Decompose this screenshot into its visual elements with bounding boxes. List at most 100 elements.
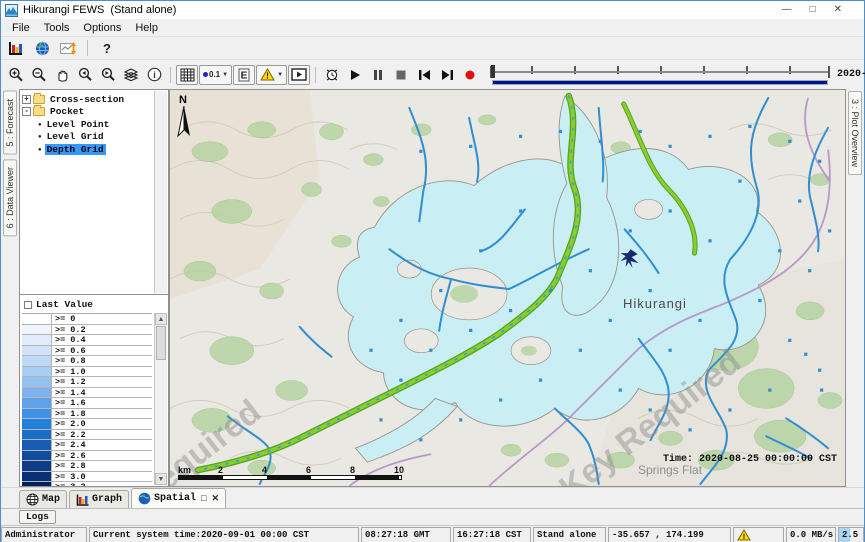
menu-help[interactable]: Help [128,21,165,35]
database-icon[interactable] [5,38,27,58]
tree-scrollbar[interactable] [154,91,167,293]
side-tab-left-0[interactable]: 5 : Forecast [3,91,17,155]
legend-swatch [22,377,52,387]
north-label: N [179,94,187,106]
status-text: 0.0 MB/s [790,530,833,540]
map-view[interactable]: API Key Required API Key Required N Hiku… [169,89,846,487]
logs-button[interactable]: Logs [19,510,56,524]
maximize-icon[interactable]: □ [810,3,816,17]
status-cell-5: -35.657 , 174.199 [608,527,731,542]
timeline-slider[interactable] [490,64,830,86]
timeline-track[interactable] [490,66,830,78]
tab-map[interactable]: Map [19,490,67,508]
app-icon [5,4,18,17]
thresholds-warning-dropdown[interactable]: ! ▼ [256,65,287,85]
status-text: 2.5 GB [842,530,864,540]
legend-row: >= 2.6 [22,451,152,462]
help-icon[interactable]: ? [96,38,118,58]
chevron-down-icon: ▼ [222,72,228,78]
stop-icon[interactable] [390,65,412,85]
legend-swatch [22,346,52,356]
status-bar: AdministratorCurrent system time:2020-09… [1,525,864,542]
zoom-in-icon[interactable] [5,65,27,85]
zoom-out-icon[interactable] [28,65,50,85]
tab-graph[interactable]: Graph [69,490,129,508]
pause-icon[interactable] [367,65,389,85]
scroll-down-icon[interactable]: ▼ [155,473,167,485]
play-icon[interactable] [344,65,366,85]
last-value-checkbox[interactable] [24,301,32,309]
legend-label: >= 0 [52,314,152,324]
legend-scrollbar[interactable]: ▲ ▼ [154,313,167,485]
menu-file[interactable]: File [5,21,37,35]
expand-icon[interactable]: + [22,95,31,104]
legend-label: >= 2.8 [52,461,152,471]
go-to-end-icon[interactable] [436,65,458,85]
legend-label: >= 1.8 [52,409,152,419]
tab-label: Map [42,494,60,505]
side-tab-left-1[interactable]: 6 : Data Viewer [3,159,17,236]
zoom-next-icon[interactable] [97,65,119,85]
zoom-previous-icon[interactable] [74,65,96,85]
status-cell-2: 08:27:18 GMT [361,527,451,542]
legend-label: >= 1.6 [52,398,152,408]
tree-item[interactable]: ●Depth Grid [22,143,152,156]
globe-icon[interactable] [31,38,53,58]
bullet-icon: ● [38,146,42,153]
animation-window-icon[interactable] [288,65,310,85]
legend-row: >= 2.8 [22,461,152,472]
tree-item-label[interactable]: Depth Grid [45,144,106,155]
bullet-icon: ● [38,121,42,128]
import-chart-icon[interactable] [57,38,79,58]
status-text: 16:27:18 CST [457,530,522,540]
legend-swatch [22,451,52,461]
legend-label: >= 3.2 [52,482,152,487]
close-icon[interactable]: ✕ [834,3,842,17]
legend-swatch [22,398,52,408]
side-tab-right-0[interactable]: 3 : Plot Overview [848,91,862,175]
menu-tools[interactable]: Tools [37,21,77,35]
animation-speed-icon[interactable] [321,65,343,85]
tab-close-icon[interactable]: ✕ [211,494,219,504]
tree-item-label[interactable]: Cross-section [48,94,126,105]
globe-blue-icon [138,492,151,505]
tree-item[interactable]: - Pocket [22,106,152,119]
menu-options[interactable]: Options [76,21,128,35]
svg-text:i: i [153,70,156,80]
tab-spatial[interactable]: Spatial□✕ [131,488,226,508]
map-canvas [170,90,845,486]
timeline-thumb[interactable] [491,65,495,78]
tree-item-label[interactable]: Level Point [45,119,112,130]
legend-swatch [22,388,52,398]
scroll-up-icon[interactable]: ▲ [155,313,167,325]
layers-icon[interactable] [120,65,142,85]
svg-text:!: ! [266,72,269,81]
status-text: 08:27:18 GMT [365,530,430,540]
grid-display-icon[interactable] [176,65,198,85]
map-time-label: Time: 2020-08-25 00:00:00 CST [663,454,837,465]
tab-maximize-icon[interactable]: □ [201,494,206,504]
record-icon[interactable] [459,65,481,85]
tree-item[interactable]: ●Level Point [22,118,152,131]
tree-item[interactable]: + Cross-section [22,93,152,106]
legend-row: >= 0.8 [22,356,152,367]
legend-swatch [22,335,52,345]
legend-swatch [22,482,52,487]
scale-tick-label: 8 [350,465,355,475]
collapse-icon[interactable]: - [22,107,31,116]
legend-swatch [22,419,52,429]
pan-hand-icon[interactable] [51,65,73,85]
tree-item-label[interactable]: Pocket [48,106,86,117]
tab-label: Graph [92,494,122,505]
minimize-icon[interactable]: — [782,3,792,17]
threshold-dropdown[interactable]: 0.1 ▼ [199,65,232,85]
legend-row: >= 1.0 [22,367,152,378]
legend-swatch [22,430,52,440]
scroll-thumb[interactable] [156,326,166,360]
tree-item-label[interactable]: Level Grid [45,131,106,142]
info-icon[interactable]: i [143,65,165,85]
go-to-start-icon[interactable] [413,65,435,85]
label-toggle-icon[interactable]: E [233,65,255,85]
folder-icon [33,107,45,116]
tree-item[interactable]: ●Level Grid [22,131,152,144]
